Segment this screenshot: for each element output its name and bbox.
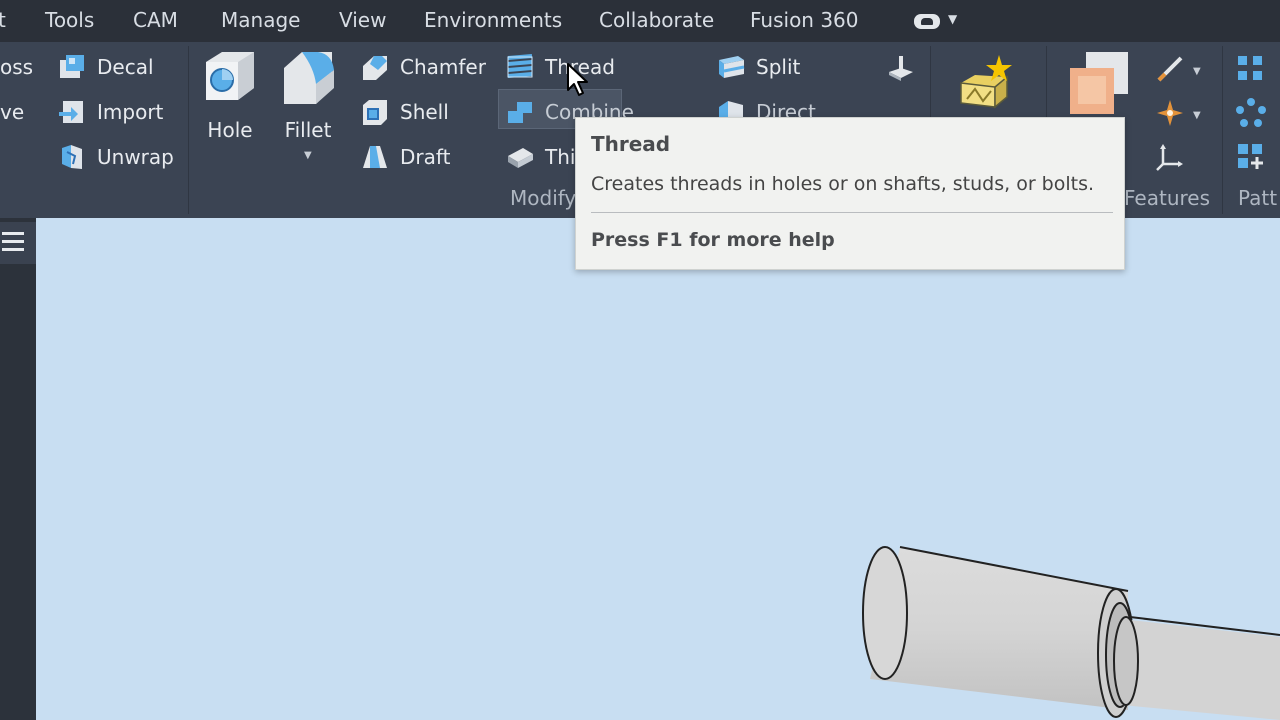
delete-face-icon bbox=[886, 54, 916, 84]
shaft-model[interactable] bbox=[860, 545, 1280, 720]
shell-icon bbox=[360, 97, 390, 127]
thicken-button[interactable]: Thi bbox=[505, 140, 575, 174]
point-icon bbox=[1155, 98, 1185, 128]
menu-view[interactable]: View bbox=[339, 8, 386, 32]
plane-icon bbox=[1068, 50, 1130, 116]
circular-pattern-button[interactable] bbox=[1236, 96, 1276, 130]
split-icon bbox=[716, 52, 746, 82]
draft-icon bbox=[360, 142, 390, 172]
unwrap-icon bbox=[57, 142, 87, 172]
rectangular-pattern-icon bbox=[1236, 54, 1266, 84]
point-dropdown-icon[interactable]: ▼ bbox=[1193, 110, 1201, 121]
decal-button[interactable]: Decal bbox=[57, 50, 154, 84]
unwrap-button[interactable]: Unwrap bbox=[57, 140, 174, 174]
shell-button[interactable]: Shell bbox=[360, 95, 449, 129]
import-label: Import bbox=[97, 100, 164, 124]
ribbon-derive-button[interactable]: ve bbox=[0, 95, 24, 129]
menu-tools[interactable]: Tools bbox=[45, 8, 94, 32]
circular-pattern-icon bbox=[1236, 98, 1266, 128]
ribbon-divider bbox=[1222, 46, 1223, 214]
thread-icon bbox=[505, 52, 535, 82]
axis-icon bbox=[1155, 54, 1185, 84]
chamfer-button[interactable]: Chamfer bbox=[360, 50, 486, 84]
axis-dropdown-icon[interactable]: ▼ bbox=[1193, 66, 1201, 77]
menu-collaborate[interactable]: Collaborate bbox=[599, 8, 714, 32]
split-label: Split bbox=[756, 55, 801, 79]
thread-button[interactable]: Thread bbox=[505, 50, 615, 84]
combine-icon bbox=[505, 97, 535, 127]
fillet-button[interactable]: Fillet ▼ bbox=[273, 48, 343, 161]
point-button[interactable]: ▼ bbox=[1155, 96, 1203, 130]
chamfer-icon bbox=[360, 52, 390, 82]
pattern-group-label: Patt bbox=[1238, 186, 1278, 210]
ribbon-toggle-icon[interactable] bbox=[914, 14, 940, 29]
work-features-group-label: Features bbox=[1124, 186, 1210, 210]
derive-label: ve bbox=[0, 100, 25, 124]
sketch-pattern-icon bbox=[1236, 142, 1266, 172]
ribbon-emboss-button[interactable]: oss bbox=[0, 50, 33, 84]
rectangular-pattern-button[interactable] bbox=[1236, 52, 1276, 86]
menu-environments[interactable]: Environments bbox=[424, 8, 562, 32]
thread-tooltip: Thread Creates threads in holes or on sh… bbox=[575, 117, 1125, 270]
chamfer-label: Chamfer bbox=[400, 55, 486, 79]
ucs-button[interactable] bbox=[1155, 140, 1195, 174]
axis-button[interactable]: ▼ bbox=[1155, 52, 1203, 86]
menu-item-partial[interactable]: t bbox=[0, 8, 6, 32]
fillet-label: Fillet bbox=[284, 118, 332, 142]
fillet-dropdown-icon[interactable]: ▼ bbox=[304, 150, 312, 161]
plane-button[interactable] bbox=[1068, 48, 1140, 118]
menu-manage[interactable]: Manage bbox=[221, 8, 300, 32]
sketch-pattern-button[interactable] bbox=[1236, 140, 1276, 174]
split-button[interactable]: Split bbox=[716, 50, 800, 84]
thicken-icon bbox=[505, 142, 535, 172]
ribbon-divider bbox=[188, 46, 189, 214]
chevron-down-icon[interactable]: ▼ bbox=[948, 12, 957, 26]
import-button[interactable]: Import bbox=[57, 95, 163, 129]
tooltip-description: Creates threads in holes or on shafts, s… bbox=[591, 173, 1095, 195]
menu-bar: t Tools CAM Manage View Environments Col… bbox=[0, 0, 1280, 42]
emboss-label: oss bbox=[0, 55, 34, 79]
fillet-icon bbox=[278, 48, 338, 108]
work-feature-button[interactable] bbox=[955, 52, 1027, 116]
unwrap-label: Unwrap bbox=[97, 145, 174, 169]
work-feature-icon bbox=[955, 53, 1017, 115]
ucs-icon bbox=[1155, 142, 1185, 172]
menu-cam[interactable]: CAM bbox=[133, 8, 178, 32]
tooltip-divider bbox=[591, 212, 1113, 213]
delete-face-button[interactable] bbox=[886, 52, 926, 86]
decal-label: Decal bbox=[97, 55, 154, 79]
hamburger-menu-icon[interactable] bbox=[0, 222, 36, 264]
model-browser-strip bbox=[0, 218, 36, 720]
import-icon bbox=[57, 97, 87, 127]
decal-icon bbox=[57, 52, 87, 82]
hole-icon bbox=[200, 48, 260, 108]
menu-fusion-360[interactable]: Fusion 360 bbox=[750, 8, 859, 32]
tooltip-title: Thread bbox=[591, 132, 671, 156]
tooltip-help-text: Press F1 for more help bbox=[591, 229, 835, 251]
mouse-cursor-icon bbox=[567, 63, 588, 96]
modify-group-label: Modify bbox=[510, 186, 577, 210]
thicken-label: Thi bbox=[545, 145, 576, 169]
shell-label: Shell bbox=[400, 100, 449, 124]
draft-button[interactable]: Draft bbox=[360, 140, 450, 174]
hole-label: Hole bbox=[207, 118, 253, 142]
hole-button[interactable]: Hole bbox=[195, 48, 265, 142]
draft-label: Draft bbox=[400, 145, 451, 169]
